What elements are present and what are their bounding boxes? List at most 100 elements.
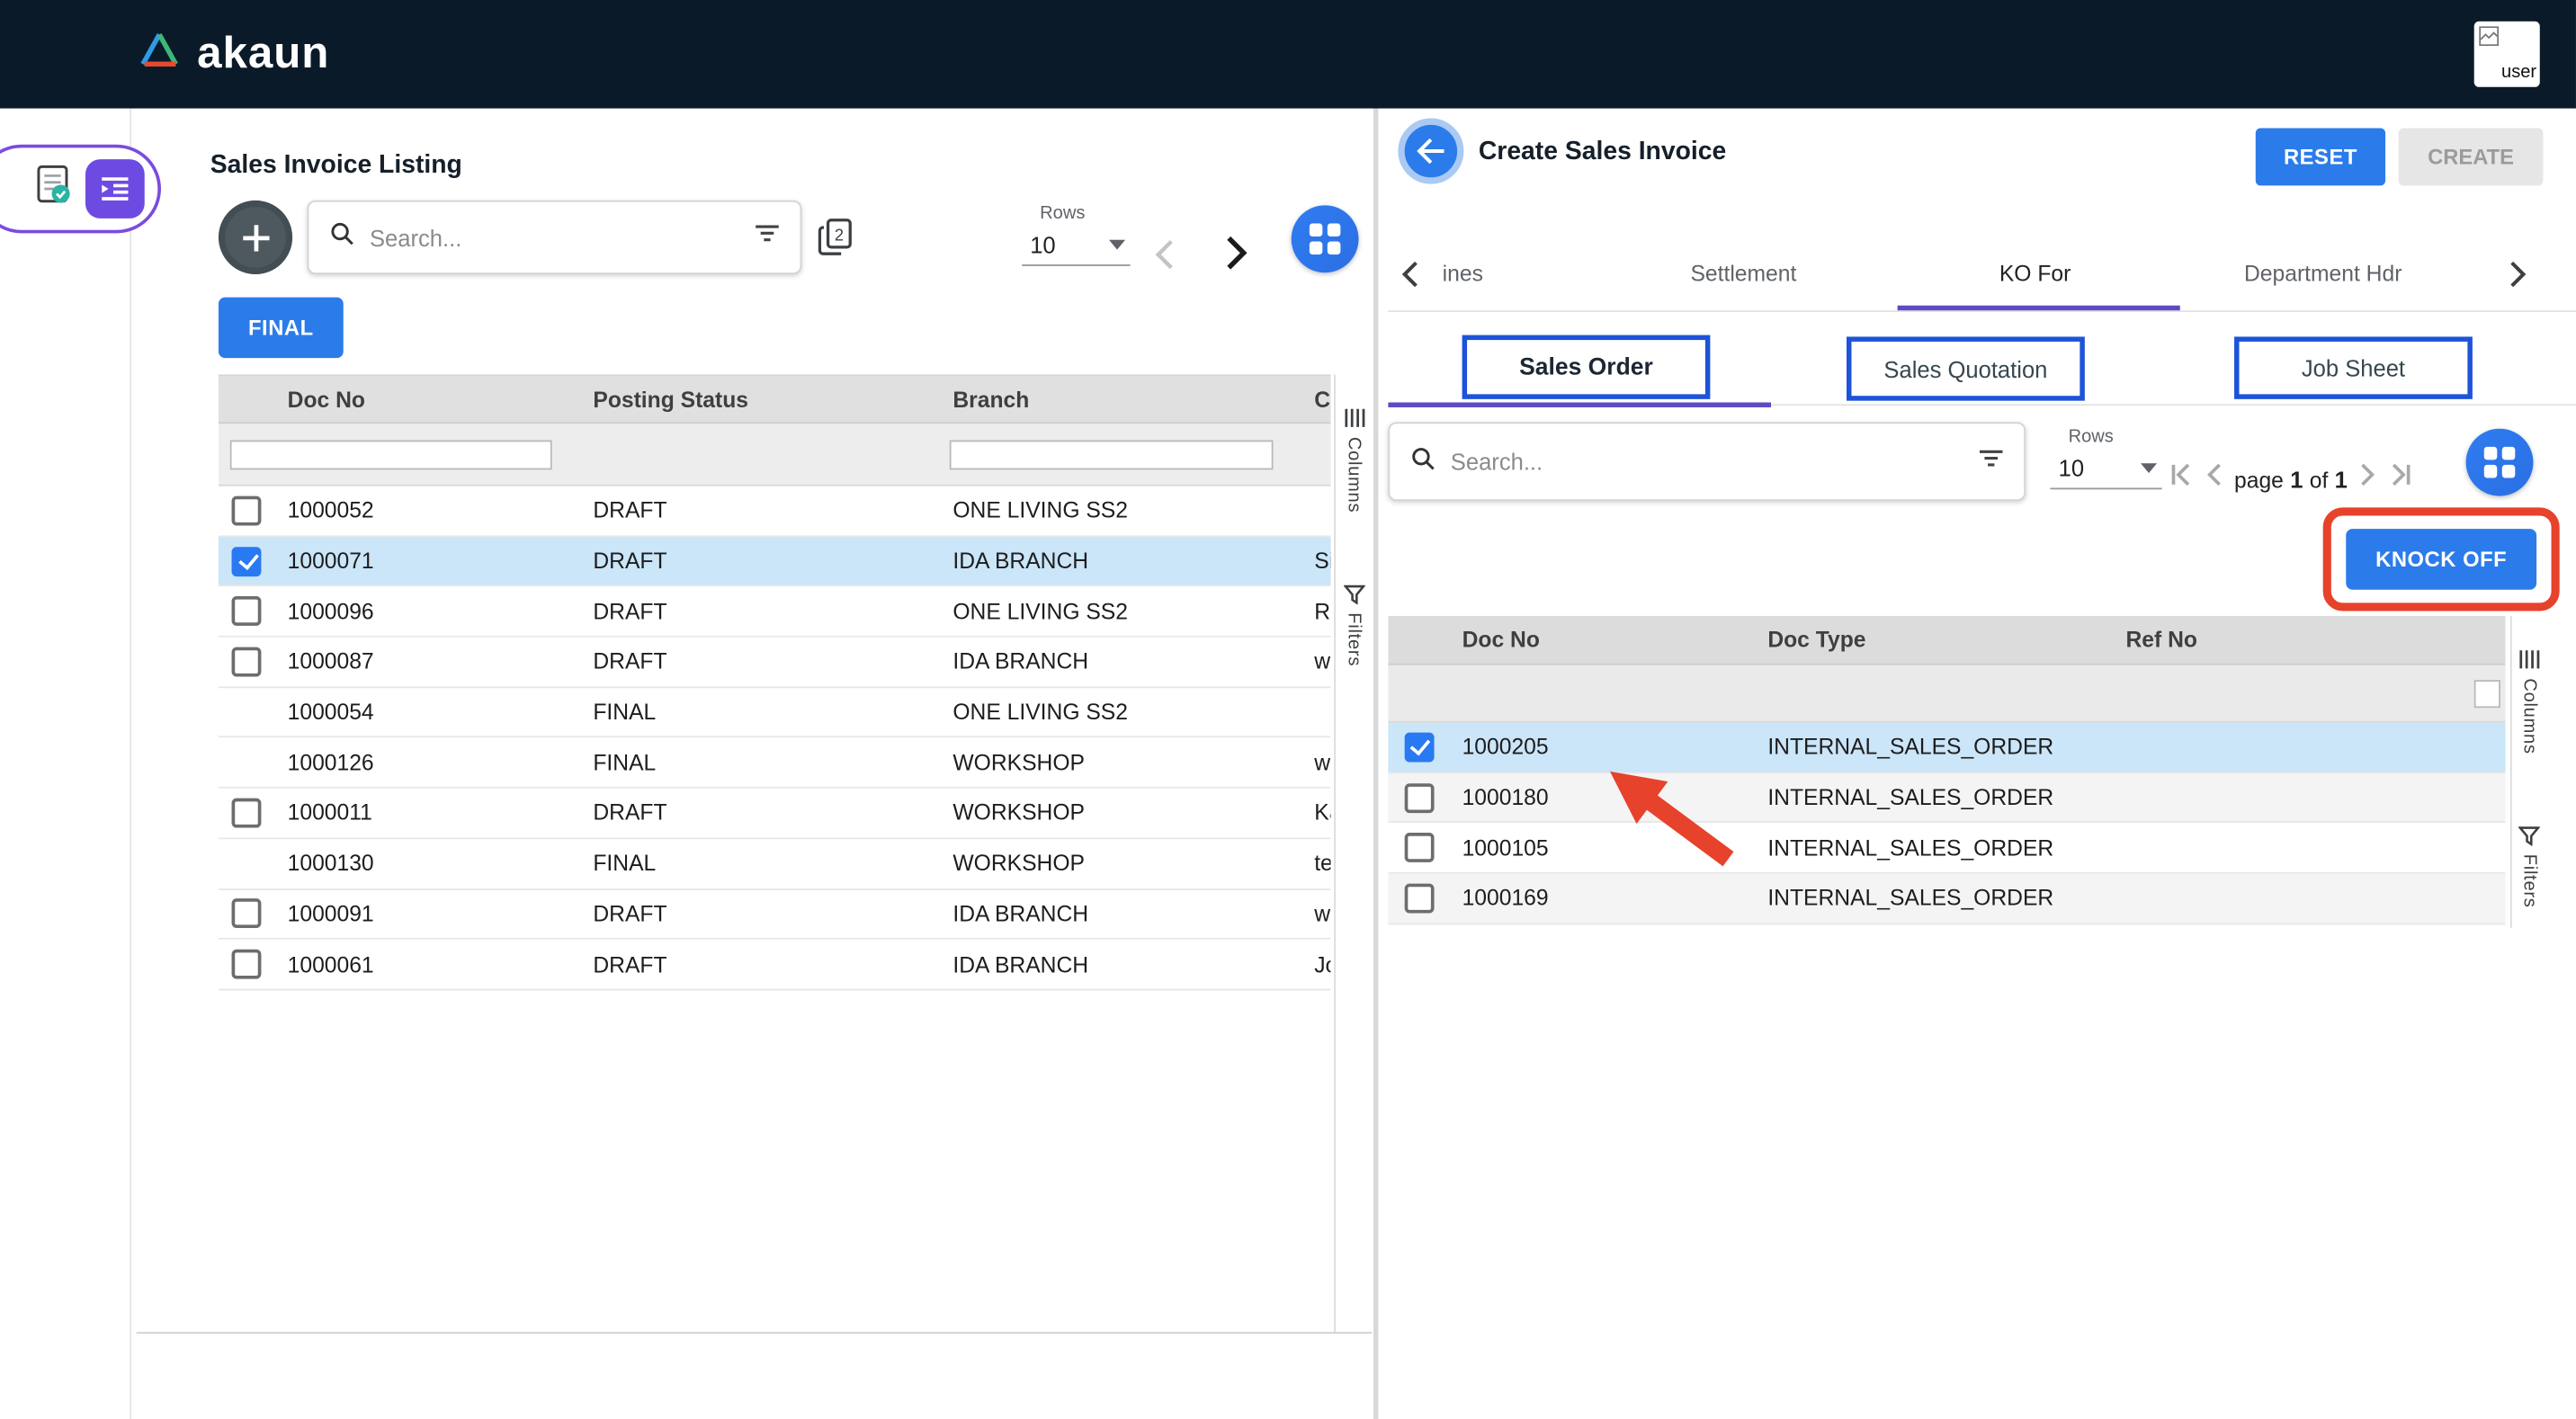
brand-logo[interactable]: akaun xyxy=(138,28,329,79)
row-checkbox[interactable] xyxy=(1404,732,1434,762)
search-input[interactable] xyxy=(370,224,739,250)
row-checkbox[interactable] xyxy=(232,596,262,626)
filter-list-icon[interactable] xyxy=(1978,446,2004,477)
prev-page-button[interactable] xyxy=(1153,238,1175,280)
table-row[interactable]: 1000105 INTERNAL_SALES_ORDER xyxy=(1388,824,2505,874)
add-invoice-button[interactable] xyxy=(219,201,292,274)
table-row[interactable]: 1000052 DRAFT ONE LIVING SS2 xyxy=(219,486,1331,537)
table-filter-row xyxy=(1388,665,2505,723)
back-button[interactable] xyxy=(1398,119,1463,184)
rows-select[interactable]: 10 xyxy=(2050,450,2161,489)
reset-button[interactable]: RESET xyxy=(2256,128,2385,185)
invoice-card-icon xyxy=(36,164,72,215)
tab-settlement[interactable]: Settlement xyxy=(1690,261,1796,285)
next-page-button[interactable] xyxy=(1224,233,1248,281)
table-row[interactable]: 1000180 INTERNAL_SALES_ORDER xyxy=(1388,773,2505,824)
header-doc-no[interactable]: Doc No xyxy=(1449,628,1755,652)
table-row[interactable]: 1000091 DRAFT IDA BRANCH wa xyxy=(219,889,1331,940)
filter-input-ref-no[interactable] xyxy=(2474,680,2500,708)
row-checkbox[interactable] xyxy=(232,495,262,525)
rows-label: Rows xyxy=(2069,427,2162,447)
filters-toggle[interactable]: Filters xyxy=(2518,826,2540,908)
row-checkbox[interactable] xyxy=(232,899,262,929)
tab-department-hdr[interactable]: Department Hdr xyxy=(2244,261,2402,285)
prev-page-button[interactable] xyxy=(2205,461,2223,495)
columns-toggle[interactable]: Columns xyxy=(2518,648,2540,754)
cell-customer: Ka xyxy=(1301,800,1331,825)
table-row[interactable]: 1000054 FINAL ONE LIVING SS2 xyxy=(219,688,1331,738)
rows-value: 10 xyxy=(1030,232,1055,258)
row-checkbox[interactable] xyxy=(232,546,262,576)
tabs-scroll-left[interactable] xyxy=(1401,260,1419,298)
cell-posting-status: DRAFT xyxy=(580,649,940,674)
row-checkbox[interactable] xyxy=(232,647,262,676)
sidebar-drawer-toggle[interactable] xyxy=(0,145,161,234)
indent-menu-icon xyxy=(100,175,130,201)
header-ref-no[interactable]: Ref No xyxy=(2113,628,2506,652)
active-subtab-underline xyxy=(1388,402,1771,406)
cell-branch: IDA BRANCH xyxy=(940,952,1301,977)
create-button[interactable]: CREATE xyxy=(2399,128,2544,185)
subtab-sales-order[interactable]: Sales Order xyxy=(1519,354,1653,380)
tabs-scroll-right[interactable] xyxy=(2509,260,2527,298)
subtab-job-sheet[interactable]: Job Sheet xyxy=(2302,355,2405,381)
table-row[interactable]: 1000061 DRAFT IDA BRANCH Jo xyxy=(219,940,1331,990)
cell-doc-no: 1000169 xyxy=(1449,886,1755,910)
table-row[interactable]: 1000096 DRAFT ONE LIVING SS2 Re xyxy=(219,587,1331,638)
table-row[interactable]: 1000169 INTERNAL_SALES_ORDER xyxy=(1388,874,2505,924)
ko-search-input[interactable] xyxy=(1451,449,1963,475)
grid-icon xyxy=(2484,447,2516,478)
filter-input-doc-no[interactable] xyxy=(230,441,552,470)
filter-input-branch[interactable] xyxy=(950,441,1274,470)
last-page-button[interactable] xyxy=(2389,461,2413,495)
panel-divider xyxy=(1373,109,1378,1419)
row-checkbox[interactable] xyxy=(1404,833,1434,862)
row-checkbox[interactable] xyxy=(232,950,262,979)
cell-branch: ONE LIVING SS2 xyxy=(940,498,1301,522)
rows-label: Rows xyxy=(1040,203,1130,223)
user-avatar[interactable]: user xyxy=(2474,22,2540,87)
filter-list-icon[interactable] xyxy=(754,222,780,254)
header-customer[interactable]: Cu xyxy=(1301,387,1331,411)
row-checkbox[interactable] xyxy=(232,799,262,828)
cell-doc-type: INTERNAL_SALES_ORDER xyxy=(1755,835,2113,860)
table-row[interactable]: 1000087 DRAFT IDA BRANCH wa xyxy=(219,638,1331,688)
table-row[interactable]: 1000205 INTERNAL_SALES_ORDER xyxy=(1388,723,2505,773)
cell-posting-status: DRAFT xyxy=(580,549,940,573)
tab-ko-for[interactable]: KO For xyxy=(1999,261,2071,285)
cell-customer: wa xyxy=(1301,649,1331,674)
table-body: 1000052 DRAFT ONE LIVING SS2 1000071 DRA… xyxy=(219,486,1331,991)
duplicate-page-icon[interactable]: 2 xyxy=(817,217,854,266)
table-row[interactable]: 1000071 DRAFT IDA BRANCH Si xyxy=(219,537,1331,587)
table-row[interactable]: 1000011 DRAFT WORKSHOP Ka xyxy=(219,789,1331,839)
header-posting-status[interactable]: Posting Status xyxy=(580,387,940,411)
next-page-button[interactable] xyxy=(2359,461,2377,495)
rows-select[interactable]: 10 xyxy=(1022,227,1131,266)
header-branch[interactable]: Branch xyxy=(940,387,1301,411)
row-checkbox[interactable] xyxy=(1404,883,1434,913)
header-doc-type[interactable]: Doc Type xyxy=(1755,628,2113,652)
cell-branch: ONE LIVING SS2 xyxy=(940,700,1301,724)
search-icon xyxy=(328,220,354,254)
header-doc-no[interactable]: Doc No xyxy=(274,387,580,411)
knock-off-button[interactable]: KNOCK OFF xyxy=(2346,529,2536,590)
subtab-sales-quotation[interactable]: Sales Quotation xyxy=(1883,355,2047,381)
filters-toggle[interactable]: Filters xyxy=(1343,585,1364,667)
cell-doc-type: INTERNAL_SALES_ORDER xyxy=(1755,735,2113,759)
cell-doc-no: 1000096 xyxy=(274,599,580,623)
akaun-triangle-icon xyxy=(138,31,180,76)
columns-toggle[interactable]: Columns xyxy=(1343,407,1364,513)
cell-branch: WORKSHOP xyxy=(940,750,1301,774)
final-filter-button[interactable]: FINAL xyxy=(219,298,344,359)
cell-branch: WORKSHOP xyxy=(940,851,1301,875)
funnel-icon xyxy=(2518,826,2540,846)
annotation-box-sales-quotation: Sales Quotation xyxy=(1847,336,2085,400)
first-page-button[interactable] xyxy=(2169,461,2193,495)
table-row[interactable]: 1000126 FINAL WORKSHOP wa xyxy=(219,738,1331,789)
tab-lines[interactable]: ines xyxy=(1443,261,1483,285)
table-row[interactable]: 1000130 FINAL WORKSHOP te xyxy=(219,839,1331,889)
row-checkbox[interactable] xyxy=(1404,782,1434,812)
ko-grid-view-button[interactable] xyxy=(2466,429,2534,496)
grid-view-button[interactable] xyxy=(1292,205,1359,272)
drawer-expand-button[interactable] xyxy=(85,159,145,219)
